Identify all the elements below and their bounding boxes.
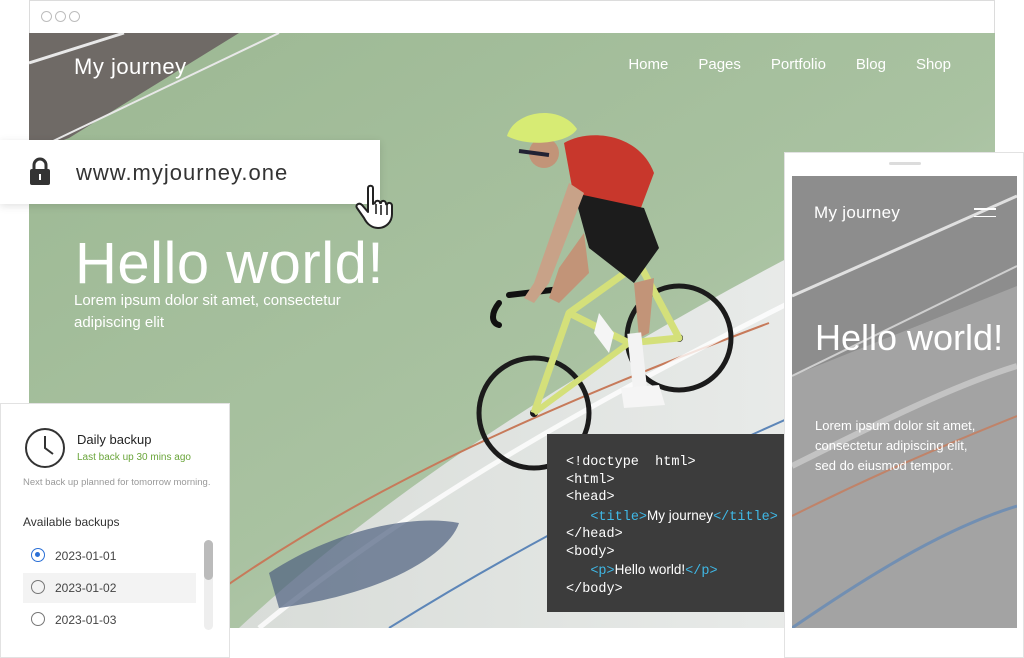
radio-icon[interactable] bbox=[31, 612, 45, 626]
nav-portfolio[interactable]: Portfolio bbox=[771, 56, 826, 73]
available-backups-label: Available backups bbox=[23, 515, 120, 529]
backup-schedule-note: Next back up planned for tomorrow mornin… bbox=[23, 477, 211, 488]
last-backup-status: Last back up 30 mins ago bbox=[77, 452, 191, 463]
code-line-html: <html> bbox=[566, 472, 615, 488]
backup-item-date: 2023-01-01 bbox=[55, 549, 117, 563]
nav-shop[interactable]: Shop bbox=[916, 56, 951, 73]
pointer-hand-icon bbox=[355, 184, 393, 229]
code-line-p: <p>Hello world!</p> bbox=[566, 561, 784, 581]
radio-icon[interactable] bbox=[31, 580, 45, 594]
code-title-text: My journey bbox=[647, 507, 714, 523]
nav-home[interactable]: Home bbox=[628, 56, 668, 73]
backup-item-date: 2023-01-03 bbox=[55, 613, 117, 627]
window-close-dot[interactable] bbox=[41, 11, 52, 22]
code-title-open: <title> bbox=[590, 509, 648, 525]
clock-icon bbox=[25, 428, 65, 468]
hero-subtitle: Lorem ipsum dolor sit amet, consectetur … bbox=[74, 292, 341, 331]
lock-icon bbox=[30, 157, 50, 185]
site-logo[interactable]: My journey bbox=[74, 54, 187, 80]
code-line-body-close: </body> bbox=[566, 581, 623, 597]
backup-panel: Daily backup Last back up 30 mins ago Ne… bbox=[0, 403, 230, 658]
mobile-hero-subtitle: Lorem ipsum dolor sit amet, consectetur … bbox=[815, 418, 976, 473]
code-p-open: <p> bbox=[590, 564, 615, 579]
mobile-preview: My journey Hello world! Lorem ipsum dolo… bbox=[784, 152, 1024, 658]
mobile-screen: My journey Hello world! Lorem ipsum dolo… bbox=[792, 176, 1017, 628]
code-line-head-close: </head> bbox=[566, 527, 623, 542]
url-text[interactable]: www.myjourney.one bbox=[76, 160, 288, 186]
code-snippet-panel: <!doctype html> <html> <head> <title>My … bbox=[547, 434, 784, 612]
radio-icon[interactable] bbox=[31, 548, 45, 562]
code-line-body: <body> bbox=[566, 544, 615, 560]
hamburger-menu-icon[interactable] bbox=[974, 208, 996, 218]
backup-item[interactable]: 2023-01-01 bbox=[23, 541, 196, 571]
code-p-close: </p> bbox=[685, 564, 718, 579]
hero-title: Hello world! bbox=[75, 231, 384, 296]
window-maximize-dot[interactable] bbox=[69, 11, 80, 22]
mobile-notch bbox=[889, 162, 921, 165]
address-bar[interactable]: www.myjourney.one bbox=[0, 140, 380, 204]
nav-pages[interactable]: Pages bbox=[698, 56, 741, 73]
browser-title-bar bbox=[29, 0, 995, 34]
mobile-background-image bbox=[792, 176, 1017, 628]
code-line-title: <title>My journey</title> bbox=[566, 507, 784, 527]
window-minimize-dot[interactable] bbox=[55, 11, 66, 22]
backup-item[interactable]: 2023-01-03 bbox=[23, 605, 196, 635]
mobile-hero-title: Hello world! bbox=[815, 317, 1004, 358]
code-line-head: <head> bbox=[566, 490, 615, 505]
code-title-close: </title> bbox=[713, 509, 778, 525]
code-p-text: Hello world! bbox=[614, 562, 686, 577]
scrollbar-thumb[interactable] bbox=[204, 540, 213, 580]
mobile-site-logo[interactable]: My journey bbox=[814, 203, 900, 223]
nav-blog[interactable]: Blog bbox=[856, 56, 886, 73]
main-nav: Home Pages Portfolio Blog Shop bbox=[628, 56, 951, 73]
backup-title: Daily backup bbox=[77, 432, 152, 447]
backup-item-date: 2023-01-02 bbox=[55, 581, 117, 595]
code-line-doctype: <!doctype html> bbox=[566, 455, 696, 470]
backup-item[interactable]: 2023-01-02 bbox=[23, 573, 196, 603]
